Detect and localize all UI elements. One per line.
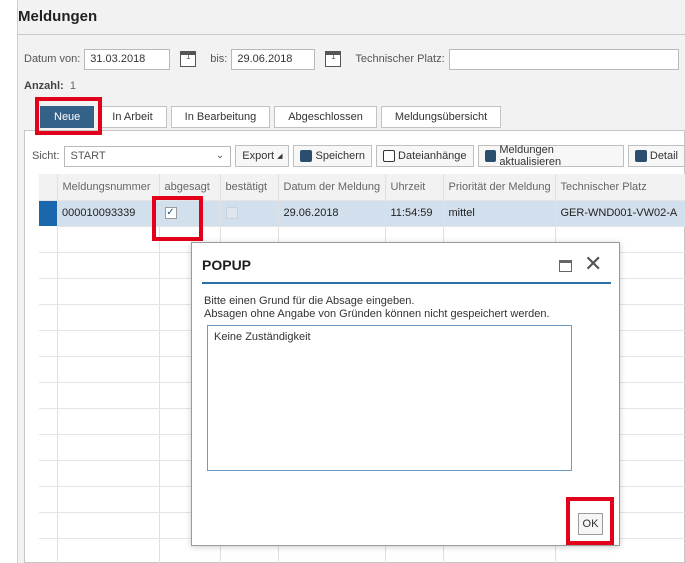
date-from-label: Datum von: [24,53,81,65]
save-label: Speichern [315,150,366,162]
cell-time: 11:54:59 [385,200,444,227]
date-to-label: bis: [210,53,228,65]
document-icon [383,150,396,162]
filter-row: Datum von: 31.03.2018 1 bis: 29.06.2018 … [24,48,679,70]
page-title: Meldungen [18,8,98,25]
save-button[interactable]: Speichern [293,145,373,167]
tab-in-arbeit[interactable]: In Arbeit [98,106,167,128]
date-from-input[interactable]: 31.03.2018 [84,48,171,70]
highlight-box-checkbox [152,196,203,241]
reason-textarea[interactable]: Keine Zuständigkeit [207,325,572,471]
tab-in-bearbeitung[interactable]: In Bearbeitung [170,106,271,128]
cell-place: GER-WND001-VW02-A [555,200,685,227]
attachments-label: Dateianhänge [398,150,467,162]
date-to-input[interactable]: 29.06.2018 [231,48,316,70]
export-label: Export [242,150,275,162]
refresh-button[interactable]: Meldungen aktualisieren [477,144,624,168]
popup-message: Bitte einen Grund für die Absage eingebe… [204,295,604,321]
export-button[interactable]: Export ◢ [235,145,290,167]
confirmed-checkbox[interactable] [225,207,238,220]
cell-confirmed [220,200,279,227]
highlight-box-ok [566,497,614,545]
row-selector[interactable] [39,200,57,226]
column-header[interactable]: Uhrzeit [385,174,444,201]
popup-divider [202,282,611,284]
detail-label: Detail [649,150,678,162]
column-header[interactable]: Technischer Platz [555,174,685,201]
tab-meldungsuebersicht[interactable]: Meldungsübersicht [380,106,502,128]
view-select[interactable]: START ⌄ [63,145,232,167]
dropdown-corner-icon: ◢ [277,153,283,160]
popup-message-line1: Bitte einen Grund für die Absage eingebe… [204,295,415,307]
table-toolbar: Sicht: START ⌄ Export ◢ Speichern Dateianh… [32,144,685,168]
column-header[interactable]: Datum der Meldung [278,174,386,201]
popup-title: POPUP [202,257,252,273]
refresh-label: Meldungen aktualisieren [499,144,562,168]
view-value: START [70,149,106,162]
tech-place-label: Technischer Platz: [355,53,445,65]
cell-number: 000010093339 [57,200,160,227]
column-header[interactable]: Meldungsnummer [57,174,160,201]
calendar-icon[interactable]: 1 [180,51,197,67]
cell-priority: mittel [443,200,556,227]
save-icon [300,150,313,162]
column-header[interactable]: Priorität der Meldung [443,174,556,201]
view-label: Sicht: [32,150,60,162]
table-row[interactable]: 000010093339 ✓ 29.06.2018 11:54:59 mitte… [39,200,685,227]
count-label: Anzahl: [24,80,64,92]
detail-button[interactable]: Detail [627,145,685,167]
tab-abgeschlossen[interactable]: Abgeschlossen [274,106,377,128]
count-value: 1 [69,80,76,92]
cell-date: 29.06.2018 [278,200,386,227]
close-icon[interactable]: ✕ [584,253,602,275]
attachments-button[interactable]: Dateianhänge [376,145,474,167]
maximize-icon[interactable] [559,260,572,272]
tab-bar: Neue In Arbeit In Bearbeitung Abgeschlos… [40,106,502,128]
column-header[interactable]: bestätigt [220,174,279,201]
calendar-icon[interactable]: 1 [325,51,342,67]
refresh-icon [484,150,497,162]
chevron-down-icon: ⌄ [215,149,225,161]
tech-place-input[interactable] [448,48,679,70]
magnifier-icon [634,150,647,162]
count-row: Anzahl: 1 [24,80,76,92]
row-select-header [39,174,58,201]
highlight-box-tab [35,97,102,135]
reason-popup: POPUP ✕ Bitte einen Grund für die Absage… [191,242,620,546]
title-divider [17,34,685,35]
popup-message-line2: Absagen ohne Angabe von Gründen können n… [204,308,550,320]
